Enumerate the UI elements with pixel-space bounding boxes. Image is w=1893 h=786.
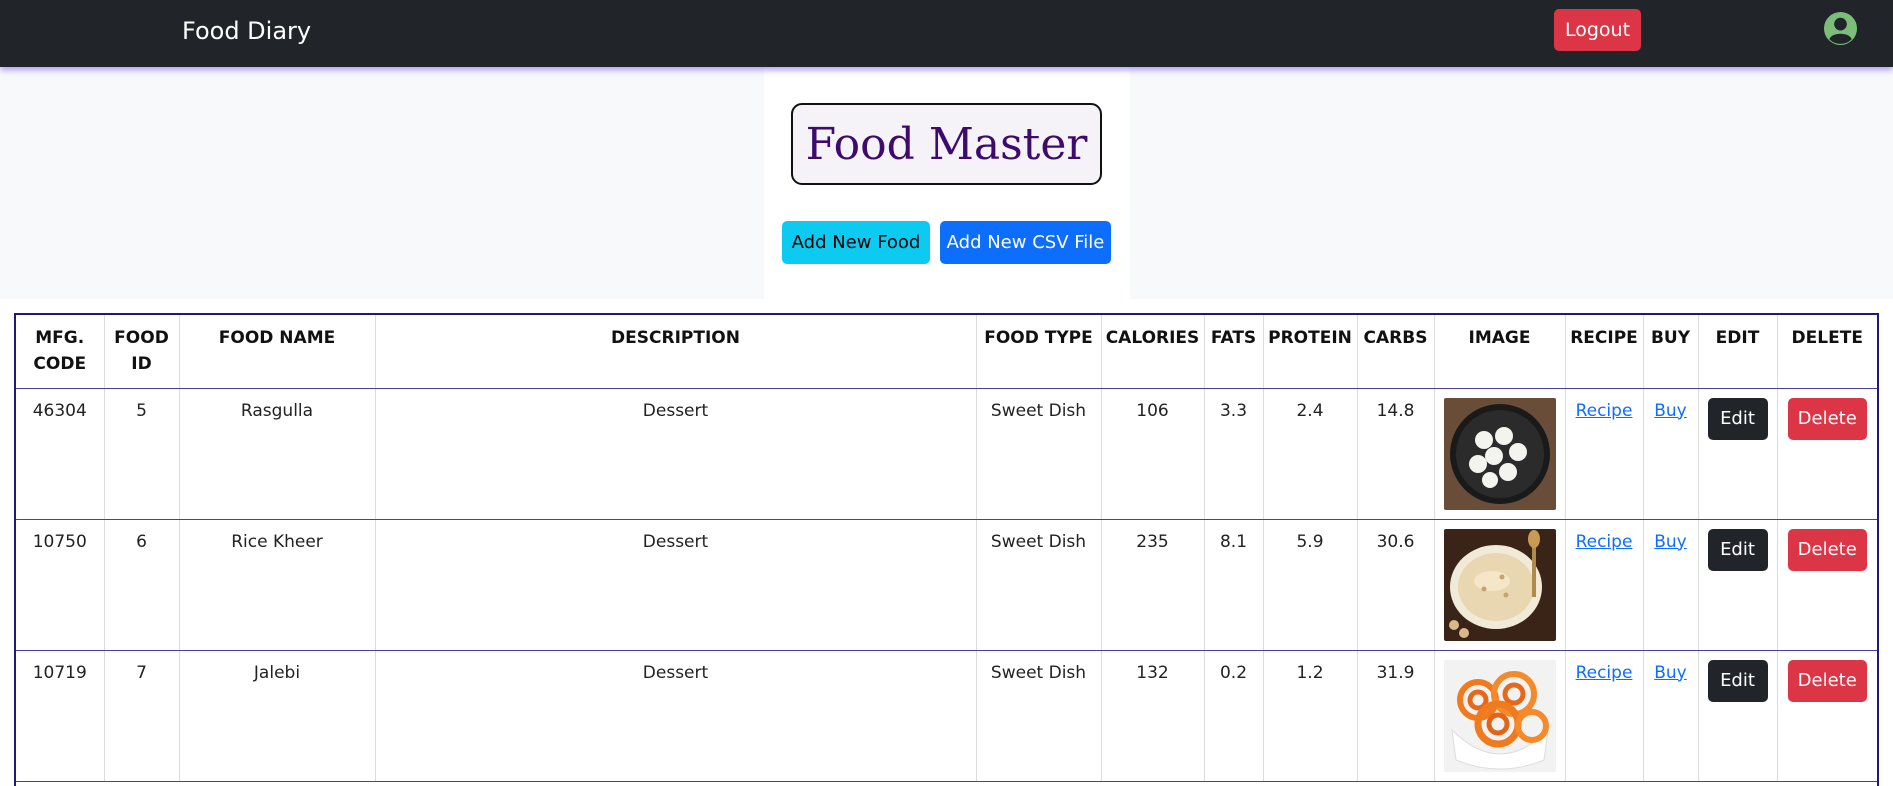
cell-fats: 8.1: [1203, 519, 1264, 651]
buy-link[interactable]: Buy: [1654, 532, 1687, 552]
edit-button[interactable]: Edit: [1707, 528, 1768, 571]
rasgulla-image: [1443, 397, 1556, 510]
col-food-id: FOOD ID: [103, 315, 180, 389]
cell-fats: 0.2: [1203, 650, 1264, 782]
cell-delete: Delete: [1776, 519, 1877, 651]
col-edit: EDIT: [1697, 315, 1778, 389]
add-new-csv-button[interactable]: Add New CSV File: [940, 221, 1111, 264]
table-row: 10750 6 Rice Kheer Dessert Sweet Dish 23…: [16, 519, 1877, 651]
logout-button[interactable]: Logout: [1554, 9, 1641, 51]
col-protein: PROTEIN: [1262, 315, 1358, 389]
table-header-row: MFG. CODE FOOD ID FOOD NAME DESCRIPTION …: [16, 315, 1877, 389]
cell-edit: Edit: [1697, 650, 1778, 782]
recipe-link[interactable]: Recipe: [1576, 532, 1633, 552]
cell-description: Dessert: [374, 388, 977, 520]
cell-image: [1433, 650, 1566, 782]
cell-food-id: 5: [103, 388, 180, 520]
cell-description: Dessert: [374, 519, 977, 651]
page-title-box: Food Master: [791, 103, 1102, 185]
cell-protein: 5.9: [1262, 519, 1358, 651]
cell-food-id: 6: [103, 519, 180, 651]
cell-recipe: Recipe: [1564, 650, 1644, 782]
col-carbs: CARBS: [1356, 315, 1435, 389]
cell-food-name: Jalebi: [178, 650, 376, 782]
col-mfg-code: MFG. CODE: [16, 315, 105, 389]
cell-mfg-code: 10719: [16, 650, 105, 782]
cell-buy: Buy: [1642, 650, 1699, 782]
cell-calories: 106: [1100, 388, 1205, 520]
cell-description: Dessert: [374, 650, 977, 782]
col-food-type: FOOD TYPE: [975, 315, 1102, 389]
cell-delete: Delete: [1776, 388, 1877, 520]
cell-calories: 132: [1100, 650, 1205, 782]
rice-kheer-image: [1443, 528, 1556, 641]
cell-carbs: 31.9: [1356, 650, 1435, 782]
cell-recipe: Recipe: [1564, 519, 1644, 651]
cell-edit: Edit: [1697, 388, 1778, 520]
cell-calories: 235: [1100, 519, 1205, 651]
food-table-container: MFG. CODE FOOD ID FOOD NAME DESCRIPTION …: [14, 313, 1879, 786]
cell-buy: Buy: [1642, 388, 1699, 520]
col-food-name: FOOD NAME: [178, 315, 376, 389]
cell-recipe: Recipe: [1564, 388, 1644, 520]
cell-food-type: Sweet Dish: [975, 519, 1102, 651]
edit-button[interactable]: Edit: [1707, 397, 1768, 440]
cell-mfg-code: 46304: [16, 388, 105, 520]
table-row: 46304 5 Rasgulla Dessert Sweet Dish 106 …: [16, 388, 1877, 520]
cell-protein: 2.4: [1262, 388, 1358, 520]
cell-food-name: Rice Kheer: [178, 519, 376, 651]
page-title: Food Master: [805, 118, 1088, 170]
cell-delete: Delete: [1776, 650, 1877, 782]
user-circle-icon[interactable]: [1823, 11, 1858, 46]
edit-button[interactable]: Edit: [1707, 659, 1768, 702]
cell-fats: 3.3: [1203, 388, 1264, 520]
cell-buy: Buy: [1642, 519, 1699, 651]
cell-edit: Edit: [1697, 519, 1778, 651]
recipe-link[interactable]: Recipe: [1576, 663, 1633, 683]
buy-link[interactable]: Buy: [1654, 401, 1687, 421]
col-buy: BUY: [1642, 315, 1699, 389]
cell-food-type: Sweet Dish: [975, 650, 1102, 782]
col-fats: FATS: [1203, 315, 1264, 389]
navbar: Food Diary Logout: [0, 0, 1893, 67]
recipe-link[interactable]: Recipe: [1576, 401, 1633, 421]
delete-button[interactable]: Delete: [1787, 528, 1867, 571]
delete-button[interactable]: Delete: [1787, 397, 1867, 440]
col-recipe: RECIPE: [1564, 315, 1644, 389]
cell-food-type: Sweet Dish: [975, 388, 1102, 520]
brand-link[interactable]: Food Diary: [182, 17, 311, 45]
col-image: IMAGE: [1433, 315, 1566, 389]
jalebi-image: [1443, 659, 1556, 772]
col-calories: CALORIES: [1100, 315, 1205, 389]
cell-image: [1433, 388, 1566, 520]
food-table: MFG. CODE FOOD ID FOOD NAME DESCRIPTION …: [16, 315, 1877, 782]
add-new-food-button[interactable]: Add New Food: [782, 221, 930, 264]
buy-link[interactable]: Buy: [1654, 663, 1687, 683]
col-delete: DELETE: [1776, 315, 1877, 389]
cell-food-id: 7: [103, 650, 180, 782]
cell-carbs: 14.8: [1356, 388, 1435, 520]
delete-button[interactable]: Delete: [1787, 659, 1867, 702]
cell-food-name: Rasgulla: [178, 388, 376, 520]
cell-protein: 1.2: [1262, 650, 1358, 782]
col-description: DESCRIPTION: [374, 315, 977, 389]
table-row: 10719 7 Jalebi Dessert Sweet Dish 132 0.…: [16, 650, 1877, 782]
cell-image: [1433, 519, 1566, 651]
cell-carbs: 30.6: [1356, 519, 1435, 651]
cell-mfg-code: 10750: [16, 519, 105, 651]
